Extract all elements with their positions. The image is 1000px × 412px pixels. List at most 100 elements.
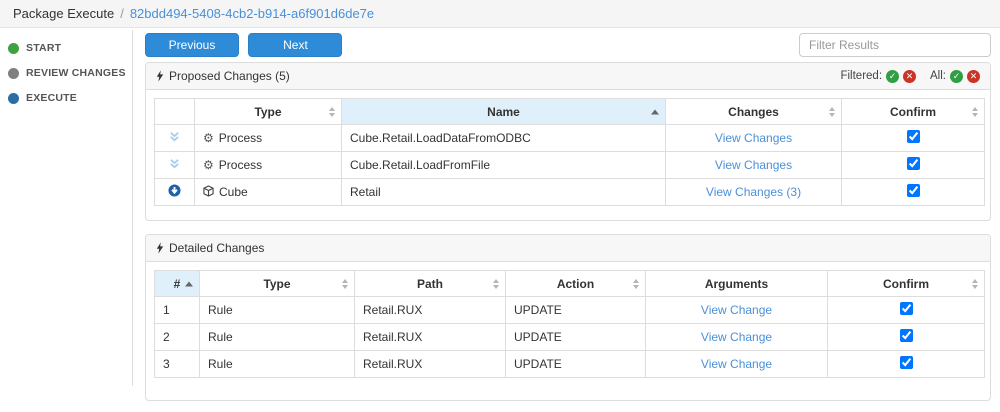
table-row: ⚙ Process Cube.Retail.LoadFromFile View C…	[155, 152, 985, 179]
sort-icon	[493, 279, 499, 289]
main-content: Previous Next Proposed Changes (5) Filte…	[145, 33, 991, 401]
sort-asc-icon	[651, 109, 659, 114]
breadcrumb-package-link[interactable]: 82bdd494-5408-4cb2-b914-a6f901d6de7e	[130, 6, 374, 21]
column-header-action[interactable]: Action	[506, 271, 646, 297]
view-changes-link[interactable]: View Changes	[715, 131, 792, 145]
arrow-circle-down-icon[interactable]	[163, 184, 186, 197]
check-circle-icon[interactable]: ✓	[950, 70, 963, 83]
breadcrumb-section: Package Execute	[13, 6, 114, 21]
sort-icon	[633, 279, 639, 289]
type-label: Rule	[200, 324, 355, 351]
table-row: 3 Rule Retail.RUX UPDATE View Change	[155, 351, 985, 378]
bolt-icon	[156, 242, 164, 254]
type-label: Process	[219, 131, 262, 145]
column-header-arguments[interactable]: Arguments	[646, 271, 828, 297]
proposed-changes-header: Proposed Changes (5) Filtered: ✓ ✕ All: …	[146, 63, 990, 90]
sort-icon	[972, 279, 978, 289]
cogs-icon: ⚙	[203, 131, 214, 145]
status-dot-icon	[8, 93, 19, 104]
sort-icon	[342, 279, 348, 289]
column-header-num[interactable]: #	[155, 271, 200, 297]
sidebar-item-review-changes[interactable]: REVIEW CHANGES	[8, 67, 132, 79]
sidebar-item-execute[interactable]: EXECUTE	[8, 92, 132, 104]
x-circle-icon[interactable]: ✕	[967, 70, 980, 83]
wizard-steps-sidebar: START REVIEW CHANGES EXECUTE	[0, 28, 132, 117]
path-value: Retail.RUX	[355, 297, 506, 324]
table-row: Cube Retail View Changes (3)	[155, 179, 985, 206]
check-circle-icon[interactable]: ✓	[886, 70, 899, 83]
action-value: UPDATE	[506, 351, 646, 378]
type-label: Rule	[200, 351, 355, 378]
chevron-double-down-icon[interactable]	[163, 158, 186, 169]
bolt-icon	[156, 70, 164, 82]
cogs-icon: ⚙	[203, 158, 214, 172]
view-change-link[interactable]: View Change	[701, 330, 772, 344]
type-label: Process	[219, 158, 262, 172]
view-changes-link[interactable]: View Changes (3)	[706, 185, 801, 199]
cube-icon	[203, 185, 214, 200]
confirm-toggles: Filtered: ✓ ✕ All: ✓ ✕	[840, 70, 980, 83]
view-change-link[interactable]: View Change	[701, 357, 772, 371]
view-change-link[interactable]: View Change	[701, 303, 772, 317]
proposed-changes-panel: Proposed Changes (5) Filtered: ✓ ✕ All: …	[145, 62, 991, 221]
action-value: UPDATE	[506, 297, 646, 324]
filtered-label: Filtered:	[840, 70, 882, 82]
column-header-expander	[155, 99, 195, 125]
row-number: 2	[155, 324, 200, 351]
row-number: 3	[155, 351, 200, 378]
proposed-changes-table: Type Name Changes Confirm	[154, 98, 985, 206]
column-header-changes[interactable]: Changes	[666, 99, 842, 125]
confirm-checkbox[interactable]	[900, 356, 913, 369]
column-header-confirm[interactable]: Confirm	[842, 99, 985, 125]
detailed-changes-table: # Type Path Action	[154, 270, 985, 378]
sidebar-item-label: REVIEW CHANGES	[26, 67, 126, 79]
proposed-changes-body: Type Name Changes Confirm	[146, 90, 990, 220]
column-header-type[interactable]: Type	[195, 99, 342, 125]
action-value: UPDATE	[506, 324, 646, 351]
object-name: Cube.Retail.LoadFromFile	[342, 152, 666, 179]
object-name: Retail	[342, 179, 666, 206]
type-label: Cube	[219, 185, 248, 199]
confirm-checkbox[interactable]	[907, 130, 920, 143]
table-row: 1 Rule Retail.RUX UPDATE View Change	[155, 297, 985, 324]
toolbar: Previous Next	[145, 33, 991, 57]
sort-icon	[972, 107, 978, 117]
detailed-changes-panel: Detailed Changes # Type	[145, 234, 991, 401]
column-header-path[interactable]: Path	[355, 271, 506, 297]
filter-results-input[interactable]	[799, 33, 991, 57]
column-header-type[interactable]: Type	[200, 271, 355, 297]
table-row: 2 Rule Retail.RUX UPDATE View Change	[155, 324, 985, 351]
sidebar-item-label: START	[26, 42, 61, 54]
confirm-checkbox[interactable]	[907, 184, 920, 197]
breadcrumb-separator: /	[120, 6, 124, 21]
previous-button[interactable]: Previous	[145, 33, 239, 57]
breadcrumb: Package Execute / 82bdd494-5408-4cb2-b91…	[0, 0, 1000, 28]
sidebar-item-label: EXECUTE	[26, 92, 77, 104]
type-label: Rule	[200, 297, 355, 324]
table-row: ⚙Process Cube.Retail.LoadDataFromODBC Vi…	[155, 125, 985, 152]
confirm-checkbox[interactable]	[900, 302, 913, 315]
sidebar-item-start[interactable]: START	[8, 42, 132, 54]
path-value: Retail.RUX	[355, 324, 506, 351]
chevron-double-down-icon[interactable]	[163, 131, 186, 142]
panel-title-text: Detailed Changes	[169, 241, 264, 255]
detailed-changes-header: Detailed Changes	[146, 235, 990, 262]
x-circle-icon[interactable]: ✕	[903, 70, 916, 83]
panel-title-text: Proposed Changes (5)	[169, 69, 290, 83]
sort-asc-icon	[185, 281, 193, 286]
sort-icon	[329, 107, 335, 117]
view-changes-link[interactable]: View Changes	[715, 158, 792, 172]
next-button[interactable]: Next	[248, 33, 342, 57]
path-value: Retail.RUX	[355, 351, 506, 378]
panel-title: Detailed Changes	[156, 241, 264, 255]
panel-title: Proposed Changes (5)	[156, 69, 290, 83]
status-dot-icon	[8, 68, 19, 79]
confirm-checkbox[interactable]	[900, 329, 913, 342]
all-label: All:	[930, 70, 946, 82]
column-header-confirm[interactable]: Confirm	[828, 271, 985, 297]
sidebar-divider	[132, 30, 133, 386]
sort-icon	[829, 107, 835, 117]
confirm-checkbox[interactable]	[907, 157, 920, 170]
column-header-name[interactable]: Name	[342, 99, 666, 125]
status-dot-icon	[8, 43, 19, 54]
